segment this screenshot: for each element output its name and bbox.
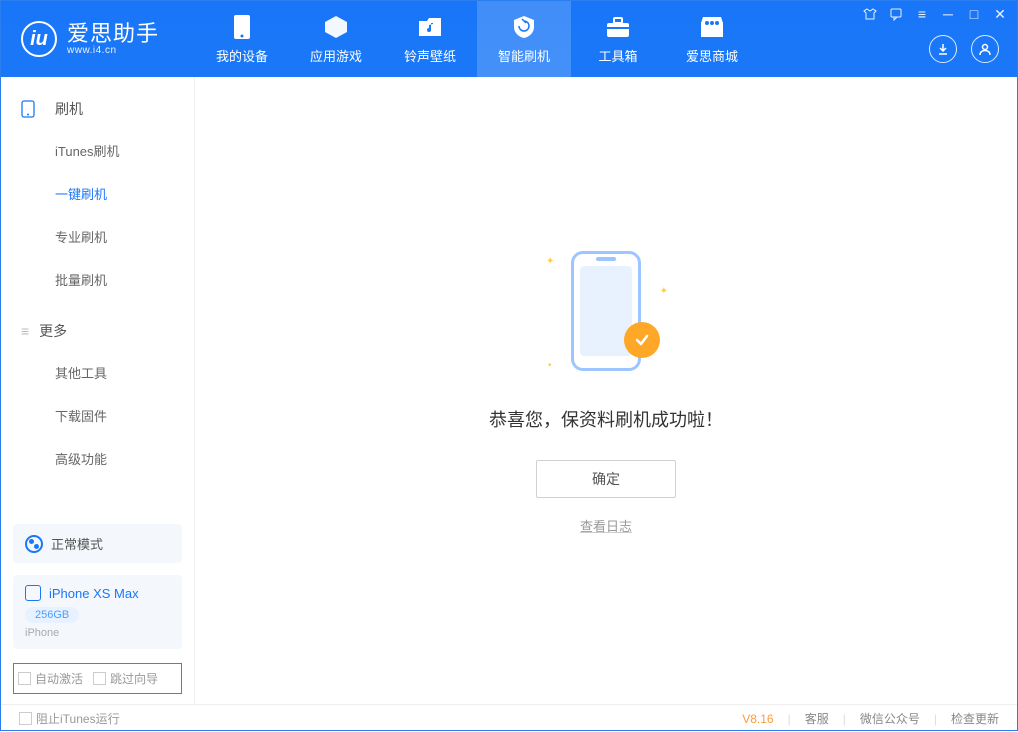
titlebar: iu 爱思助手 www.i4.cn 我的设备 应用游戏 铃声壁纸 智能刷机 工具… <box>1 1 1017 77</box>
store-icon <box>699 14 725 40</box>
device-icon <box>21 100 35 118</box>
section-label: 更多 <box>39 321 67 341</box>
menu-icon[interactable]: ≡ <box>913 5 931 23</box>
app-logo: iu 爱思助手 www.i4.cn <box>1 1 195 77</box>
phone-icon <box>25 585 41 601</box>
nav-tab-toolbox[interactable]: 工具箱 <box>571 1 665 77</box>
footer-link-support[interactable]: 客服 <box>805 710 829 727</box>
sidebar-item-itunes-flash[interactable]: iTunes刷机 <box>1 129 194 172</box>
nav-label: 应用游戏 <box>310 46 362 65</box>
checkbox-icon <box>93 672 106 685</box>
sidebar-item-other-tools[interactable]: 其他工具 <box>1 351 194 394</box>
checkbox-icon <box>19 712 32 725</box>
sidebar: 刷机 iTunes刷机 一键刷机 专业刷机 批量刷机 ≡ 更多 其他工具 下载固… <box>1 77 195 704</box>
nav-label: 智能刷机 <box>498 46 550 65</box>
section-label: 刷机 <box>55 99 83 119</box>
nav-label: 爱思商城 <box>686 46 738 65</box>
device-name: iPhone XS Max <box>49 586 139 601</box>
checkbox-auto-activate[interactable]: 自动激活 <box>18 670 83 687</box>
mode-icon <box>25 535 43 553</box>
nav-tabs: 我的设备 应用游戏 铃声壁纸 智能刷机 工具箱 爱思商城 <box>195 1 759 77</box>
ok-button[interactable]: 确定 <box>536 460 676 498</box>
music-folder-icon <box>417 14 443 40</box>
sidebar-item-pro-flash[interactable]: 专业刷机 <box>1 215 194 258</box>
sidebar-item-download-firmware[interactable]: 下载固件 <box>1 394 194 437</box>
phone-icon <box>229 14 255 40</box>
nav-tab-flash[interactable]: 智能刷机 <box>477 1 571 77</box>
main-content: ✦ ✦ • 恭喜您，保资料刷机成功啦！ 确定 查看日志 <box>195 77 1017 704</box>
success-message: 恭喜您，保资料刷机成功啦！ <box>489 406 723 432</box>
success-illustration: ✦ ✦ • <box>556 246 656 376</box>
device-type: iPhone <box>25 627 170 639</box>
checkmark-badge-icon <box>624 322 660 358</box>
device-info[interactable]: iPhone XS Max 256GB iPhone <box>13 575 182 649</box>
toolbox-icon <box>605 14 631 40</box>
app-name: 爱思助手 <box>67 23 159 45</box>
checkbox-icon <box>18 672 31 685</box>
footer-link-update[interactable]: 检查更新 <box>951 710 999 727</box>
sidebar-item-oneclick-flash[interactable]: 一键刷机 <box>1 172 194 215</box>
nav-label: 我的设备 <box>216 46 268 65</box>
cube-icon <box>323 14 349 40</box>
nav-label: 铃声壁纸 <box>404 46 456 65</box>
shirt-icon[interactable] <box>861 5 879 23</box>
nav-tab-store[interactable]: 爱思商城 <box>665 1 759 77</box>
footer-link-wechat[interactable]: 微信公众号 <box>860 710 920 727</box>
hamburger-icon: ≡ <box>21 323 29 339</box>
sidebar-item-batch-flash[interactable]: 批量刷机 <box>1 258 194 301</box>
window-controls: ≡ ─ □ ✕ <box>861 5 1009 23</box>
status-bar: 阻止iTunes运行 V8.16 | 客服 | 微信公众号 | 检查更新 <box>1 704 1017 732</box>
feedback-icon[interactable] <box>887 5 905 23</box>
nav-label: 工具箱 <box>598 46 637 65</box>
checkbox-skip-guide[interactable]: 跳过向导 <box>93 670 158 687</box>
checkbox-block-itunes[interactable]: 阻止iTunes运行 <box>19 710 120 727</box>
header-actions <box>929 35 999 63</box>
minimize-button[interactable]: ─ <box>939 5 957 23</box>
flash-options-highlight: 自动激活 跳过向导 <box>13 663 182 694</box>
mode-label: 正常模式 <box>51 534 103 553</box>
view-log-link[interactable]: 查看日志 <box>580 516 632 535</box>
checkbox-label: 自动激活 <box>35 670 83 687</box>
close-button[interactable]: ✕ <box>991 5 1009 23</box>
maximize-button[interactable]: □ <box>965 5 983 23</box>
footer-links: V8.16 | 客服 | 微信公众号 | 检查更新 <box>742 710 999 727</box>
version-label: V8.16 <box>742 712 773 726</box>
device-mode[interactable]: 正常模式 <box>13 524 182 563</box>
nav-tab-apps[interactable]: 应用游戏 <box>289 1 383 77</box>
nav-tab-device[interactable]: 我的设备 <box>195 1 289 77</box>
sidebar-item-advanced[interactable]: 高级功能 <box>1 437 194 480</box>
shield-refresh-icon <box>511 14 537 40</box>
sidebar-section-flash: 刷机 <box>1 89 194 129</box>
nav-tab-ringtones[interactable]: 铃声壁纸 <box>383 1 477 77</box>
user-button[interactable] <box>971 35 999 63</box>
storage-badge: 256GB <box>25 607 79 623</box>
sidebar-section-more: ≡ 更多 <box>1 311 194 351</box>
logo-icon: iu <box>21 21 57 57</box>
app-url: www.i4.cn <box>67 45 159 56</box>
checkbox-label: 阻止iTunes运行 <box>36 710 120 727</box>
checkbox-label: 跳过向导 <box>110 670 158 687</box>
download-button[interactable] <box>929 35 957 63</box>
